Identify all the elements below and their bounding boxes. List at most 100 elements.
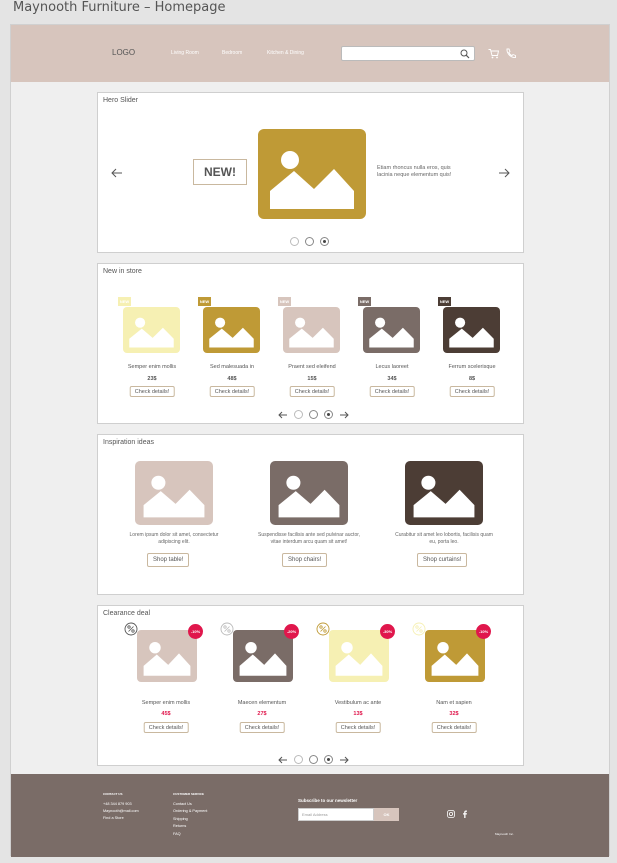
hero-title: Hero Slider bbox=[103, 97, 139, 104]
page-frame: LOGO Living Room Bedroom Kitchen & Dinin… bbox=[10, 24, 610, 857]
product-name[interactable]: Sed malesuada in bbox=[197, 364, 267, 370]
instagram-icon[interactable] bbox=[447, 810, 455, 818]
slider-dot-2[interactable] bbox=[305, 237, 314, 246]
product-image[interactable] bbox=[425, 630, 485, 682]
product-image[interactable] bbox=[203, 307, 260, 353]
product-price: 27$ bbox=[257, 711, 267, 717]
slider-dot-3[interactable] bbox=[320, 237, 329, 246]
logo[interactable]: LOGO bbox=[112, 48, 135, 57]
newsletter-title: Subscribe to our newsletter bbox=[298, 798, 358, 803]
clearance-card[interactable]: -20% Maecen elementum 27$ Check details! bbox=[220, 622, 304, 740]
inspiration-title: Inspiration ideas bbox=[103, 439, 154, 446]
inspiration-image[interactable] bbox=[135, 461, 213, 525]
slider-dot-2[interactable] bbox=[309, 410, 318, 419]
product-name[interactable]: Lecus laoreet bbox=[357, 364, 427, 370]
inspiration-image[interactable] bbox=[405, 461, 483, 525]
slider-dot-2[interactable] bbox=[309, 755, 318, 764]
check-details-button[interactable]: Check details! bbox=[143, 722, 189, 733]
new-badge: NEW bbox=[278, 297, 291, 306]
inspiration-text: Lorem ipsum dolor sit amet, consectetur … bbox=[129, 532, 219, 545]
inspiration-image[interactable] bbox=[270, 461, 348, 525]
new-badge: NEW bbox=[198, 297, 211, 306]
product-name[interactable]: Praent sed eleifend bbox=[277, 364, 347, 370]
clearance-card[interactable]: -30% Vestibulum ac ante 13$ Check details! bbox=[316, 622, 400, 740]
product-card[interactable]: NEW Semper enim mollis 23$ Check details! bbox=[117, 295, 187, 400]
new-in-store: New in store NEW Semper enim mollis 23$ Che… bbox=[97, 263, 524, 424]
footer-link-returns[interactable]: Returns bbox=[173, 823, 186, 831]
new-badge[interactable]: NEW! bbox=[193, 159, 247, 185]
cart-icon[interactable] bbox=[488, 48, 499, 59]
product-price: 23$ bbox=[147, 376, 157, 382]
check-details-button[interactable]: Check details! bbox=[449, 386, 495, 397]
product-name[interactable]: Nam et sapien bbox=[412, 700, 496, 706]
inspiration-text: Curabitur sit amet leo lobortis, facilis… bbox=[395, 532, 493, 545]
product-name[interactable]: Semper enim mollis bbox=[124, 700, 208, 706]
product-image[interactable] bbox=[123, 307, 180, 353]
shop-button[interactable]: Shop curtains! bbox=[417, 553, 468, 567]
clearance-card[interactable]: -10% Semper enim mollis 45$ Check details! bbox=[124, 622, 208, 740]
shop-button[interactable]: Shop chairs! bbox=[282, 553, 328, 567]
slider-dot-3[interactable] bbox=[324, 410, 333, 419]
product-card[interactable]: NEW Sed malesuada in 48$ Check details! bbox=[197, 295, 267, 400]
product-image[interactable] bbox=[137, 630, 197, 682]
arrow-right-icon[interactable] bbox=[339, 411, 349, 419]
product-name[interactable]: Vestibulum ac ante bbox=[316, 700, 400, 706]
check-details-button[interactable]: Check details! bbox=[335, 722, 381, 733]
footer-link-faq[interactable]: FAQ bbox=[173, 831, 181, 839]
newsletter-ok-button[interactable]: OK bbox=[374, 808, 399, 821]
nav-living-room[interactable]: Living Room bbox=[171, 50, 199, 56]
new-badge: NEW bbox=[438, 297, 451, 306]
product-name[interactable]: Maecen elementum bbox=[220, 700, 304, 706]
slider-dot-3[interactable] bbox=[324, 755, 333, 764]
discount-badge: -30% bbox=[380, 624, 395, 639]
nav-bedroom[interactable]: Bedroom bbox=[222, 50, 242, 56]
footer-find-store[interactable]: Find a Store bbox=[103, 815, 124, 823]
check-details-button[interactable]: Check details! bbox=[129, 386, 175, 397]
discount-icon bbox=[220, 622, 234, 636]
footer-link-ordering[interactable]: Ordering & Payment bbox=[173, 808, 207, 816]
hero-text: Etiam rhoncus nulla eros, quis lacinia n… bbox=[377, 165, 452, 179]
check-details-button[interactable]: Check details! bbox=[239, 722, 285, 733]
discount-badge: -10% bbox=[476, 624, 491, 639]
product-price: 13$ bbox=[353, 711, 363, 717]
arrow-left-icon[interactable] bbox=[278, 411, 288, 419]
facebook-icon[interactable] bbox=[461, 810, 469, 818]
phone-icon[interactable] bbox=[505, 48, 516, 59]
check-details-button[interactable]: Check details! bbox=[431, 722, 477, 733]
product-card[interactable]: NEW Ferrum scelerisque 8$ Check details! bbox=[437, 295, 507, 400]
product-image[interactable] bbox=[233, 630, 293, 682]
product-card[interactable]: NEW Praent sed eleifend 15$ Check details! bbox=[277, 295, 347, 400]
product-image[interactable] bbox=[363, 307, 420, 353]
discount-badge: -10% bbox=[188, 624, 203, 639]
nav-kitchen-dining[interactable]: Kitchen & Dining bbox=[267, 50, 304, 56]
slider-dot-1[interactable] bbox=[290, 237, 299, 246]
product-name[interactable]: Ferrum scelerisque bbox=[437, 364, 507, 370]
slider-dot-1[interactable] bbox=[294, 410, 303, 419]
check-details-button[interactable]: Check details! bbox=[289, 386, 335, 397]
shop-button[interactable]: Shop table! bbox=[147, 553, 190, 567]
product-name[interactable]: Semper enim mollis bbox=[117, 364, 187, 370]
copyright: Maynooth Inc. bbox=[495, 832, 514, 836]
arrow-right-icon[interactable] bbox=[498, 168, 510, 178]
slider-dot-1[interactable] bbox=[294, 755, 303, 764]
arrow-left-icon[interactable] bbox=[278, 756, 288, 764]
window-title: Maynooth Furniture – Homepage bbox=[13, 0, 226, 15]
product-image[interactable] bbox=[443, 307, 500, 353]
clearance-card[interactable]: -10% Nam et sapien 32$ Check details! bbox=[412, 622, 496, 740]
search-icon[interactable] bbox=[460, 49, 470, 59]
product-card[interactable]: NEW Lecus laoreet 34$ Check details! bbox=[357, 295, 427, 400]
arrow-right-icon[interactable] bbox=[339, 756, 349, 764]
check-details-button[interactable]: Check details! bbox=[369, 386, 415, 397]
discount-icon bbox=[124, 622, 138, 636]
check-details-button[interactable]: Check details! bbox=[209, 386, 255, 397]
product-image[interactable] bbox=[283, 307, 340, 353]
product-price: 45$ bbox=[161, 711, 171, 717]
discount-badge: -20% bbox=[284, 624, 299, 639]
clearance-title: Clearance deal bbox=[103, 610, 151, 617]
arrow-left-icon[interactable] bbox=[111, 168, 123, 178]
email-field[interactable]: Email Address bbox=[298, 808, 374, 821]
product-price: 8$ bbox=[468, 376, 476, 382]
product-price: 48$ bbox=[227, 376, 237, 382]
search-input[interactable] bbox=[341, 46, 475, 61]
product-image[interactable] bbox=[329, 630, 389, 682]
